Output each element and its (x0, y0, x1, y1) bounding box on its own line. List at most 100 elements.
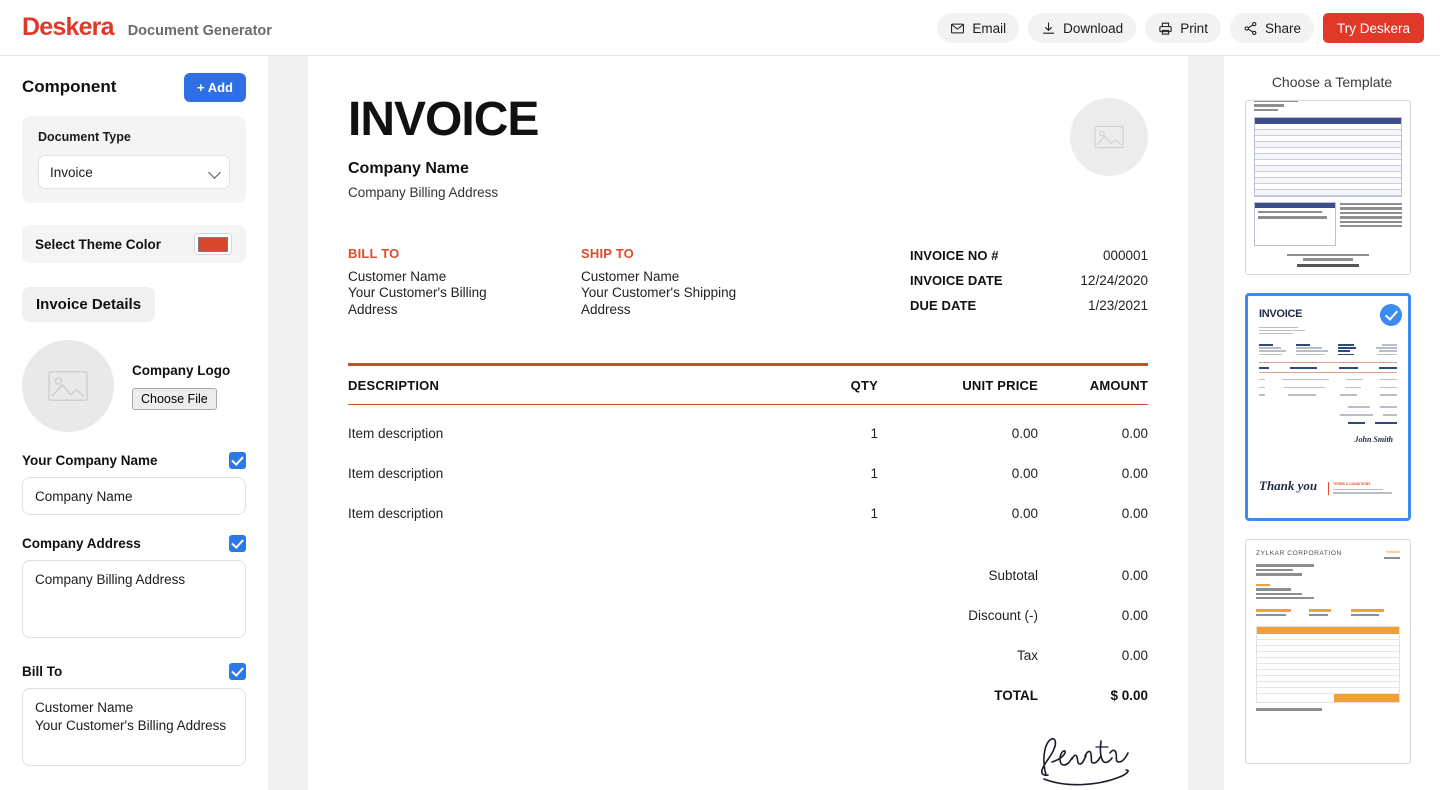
template-3-title: ZYLKAR CORPORATION (1256, 549, 1342, 559)
document-logo-placeholder[interactable] (1070, 98, 1148, 176)
try-deskera-button[interactable]: Try Deskera (1323, 13, 1424, 43)
template-option-classic-blue[interactable] (1245, 100, 1411, 275)
share-label: Share (1265, 21, 1301, 36)
template-option-zylkar-orange[interactable]: ZYLKAR CORPORATION Invoice (1245, 539, 1411, 764)
document-company-address[interactable]: Company Billing Address (348, 185, 538, 200)
meta-value-due-date[interactable]: 1/23/2021 (1088, 298, 1148, 313)
totals-row-discount: Discount (-) 0.00 (348, 595, 1148, 635)
input-company-address[interactable]: Company Billing Address (22, 560, 246, 638)
choose-file-button[interactable]: Choose File (132, 388, 217, 410)
field-company-address: Company Address Company Billing Address (22, 535, 246, 643)
cell-qty: 1 (728, 466, 878, 481)
line-items-table: DESCRIPTION QTY UNIT PRICE AMOUNT Item d… (348, 363, 1148, 533)
template-2-terms-title: TERMS & CONDITIONS (1333, 482, 1397, 487)
invoice-document: INVOICE Company Name Company Billing Add… (308, 56, 1188, 790)
print-icon (1158, 21, 1173, 36)
document-type-label: Document Type (38, 130, 230, 144)
app-subtitle: Document Generator (128, 23, 272, 39)
bill-to-block: BILL TO Customer Name Your Customer's Bi… (348, 246, 581, 323)
field-label-bill-to: Bill To (22, 664, 62, 679)
template-panel-title: Choose a Template (1224, 56, 1440, 100)
totals-label-tax: Tax (348, 648, 1038, 663)
invoice-meta: INVOICE NO # 000001 INVOICE DATE 12/24/2… (910, 246, 1148, 323)
sidebar[interactable]: Component + Add Document Type Invoice Se… (0, 56, 268, 790)
ship-to-block: SHIP TO Customer Name Your Customer's Sh… (581, 246, 814, 323)
print-button[interactable]: Print (1145, 13, 1221, 43)
print-label: Print (1180, 21, 1208, 36)
table-row[interactable]: Item description 1 0.00 0.00 (348, 493, 1148, 533)
totals-section: Subtotal 0.00 Discount (-) 0.00 Tax 0.00… (348, 555, 1148, 715)
totals-label-discount: Discount (-) (348, 608, 1038, 623)
meta-key-due-date: DUE DATE (910, 298, 976, 313)
cell-description: Item description (348, 506, 728, 521)
theme-color-picker[interactable] (194, 233, 232, 255)
document-gutter-right (1188, 56, 1224, 790)
document-preview-area[interactable]: INVOICE Company Name Company Billing Add… (268, 56, 1224, 790)
checkbox-bill-to[interactable] (229, 663, 246, 680)
meta-row-invoice-date: INVOICE DATE 12/24/2020 (910, 273, 1148, 288)
field-bill-to: Bill To Customer Name Your Customer's Bi… (22, 663, 246, 771)
table-row[interactable]: Item description 1 0.00 0.00 (348, 413, 1148, 453)
header-actions: Email Download Print (937, 0, 1424, 56)
app-header: Deskera Document Generator Email (0, 0, 1440, 56)
table-row[interactable]: Item description 1 0.00 0.00 (348, 453, 1148, 493)
template-panel[interactable]: Choose a Template (1224, 56, 1440, 790)
totals-value-total: $ 0.00 (1038, 688, 1148, 703)
signature-image (1030, 729, 1140, 790)
input-bill-to[interactable]: Customer Name Your Customer's Billing Ad… (22, 688, 246, 766)
selected-check-icon (1380, 304, 1402, 326)
app-root: Deskera Document Generator Email (0, 0, 1440, 790)
theme-color-swatch (198, 237, 228, 252)
share-icon (1243, 21, 1258, 36)
column-header-description: DESCRIPTION (348, 378, 728, 393)
document-title: INVOICE (348, 96, 538, 144)
field-your-company-name: Your Company Name (22, 452, 246, 515)
deskera-logo: Deskera (22, 13, 114, 42)
checkbox-company-name[interactable] (229, 452, 246, 469)
email-label: Email (972, 21, 1006, 36)
template-2-thank-you: Thank you (1259, 476, 1317, 496)
totals-label-subtotal: Subtotal (348, 568, 1038, 583)
meta-row-invoice-no: INVOICE NO # 000001 (910, 248, 1148, 263)
cell-qty: 1 (728, 426, 878, 441)
column-header-qty: QTY (728, 378, 878, 393)
share-button[interactable]: Share (1230, 13, 1314, 43)
component-title: Component (22, 77, 116, 97)
image-placeholder-icon (1092, 123, 1126, 151)
ship-to-title: SHIP TO (581, 246, 814, 261)
totals-row-subtotal: Subtotal 0.00 (348, 555, 1148, 595)
cell-amount: 0.00 (1038, 506, 1148, 521)
table-header-row: DESCRIPTION QTY UNIT PRICE AMOUNT (348, 363, 1148, 405)
document-type-card: Document Type Invoice (22, 116, 246, 203)
company-logo-label: Company Logo (132, 363, 230, 378)
brand: Deskera Document Generator (22, 13, 272, 42)
email-button[interactable]: Email (937, 13, 1019, 43)
document-type-select-wrap: Invoice (38, 155, 230, 189)
download-button[interactable]: Download (1028, 13, 1136, 43)
add-component-button[interactable]: + Add (184, 73, 246, 102)
meta-key-invoice-date: INVOICE DATE (910, 273, 1003, 288)
meta-value-invoice-no[interactable]: 000001 (1103, 248, 1148, 263)
totals-row-tax: Tax 0.00 (348, 635, 1148, 675)
totals-label-total: TOTAL (348, 688, 1038, 703)
ship-to-body[interactable]: Customer Name Your Customer's Shipping A… (581, 269, 814, 318)
meta-value-invoice-date[interactable]: 12/24/2020 (1080, 273, 1148, 288)
document-type-select[interactable]: Invoice (38, 155, 230, 189)
template-option-modern-invoice[interactable]: INVOICE (1245, 293, 1411, 521)
company-logo-preview[interactable] (22, 340, 114, 432)
cell-unit-price: 0.00 (878, 466, 1038, 481)
parties-section: BILL TO Customer Name Your Customer's Bi… (348, 246, 1148, 323)
download-icon (1041, 21, 1056, 36)
cell-unit-price: 0.00 (878, 506, 1038, 521)
input-company-name[interactable] (22, 477, 246, 515)
totals-row-grand-total: TOTAL $ 0.00 (348, 675, 1148, 715)
signature-area[interactable] (348, 729, 1148, 790)
totals-value-subtotal: 0.00 (1038, 568, 1148, 583)
email-icon (950, 21, 965, 36)
checkbox-company-address[interactable] (229, 535, 246, 552)
theme-color-label: Select Theme Color (35, 237, 161, 252)
document-company-name[interactable]: Company Name (348, 160, 538, 178)
totals-value-tax: 0.00 (1038, 648, 1148, 663)
meta-key-invoice-no: INVOICE NO # (910, 248, 999, 263)
bill-to-body[interactable]: Customer Name Your Customer's Billing Ad… (348, 269, 581, 318)
